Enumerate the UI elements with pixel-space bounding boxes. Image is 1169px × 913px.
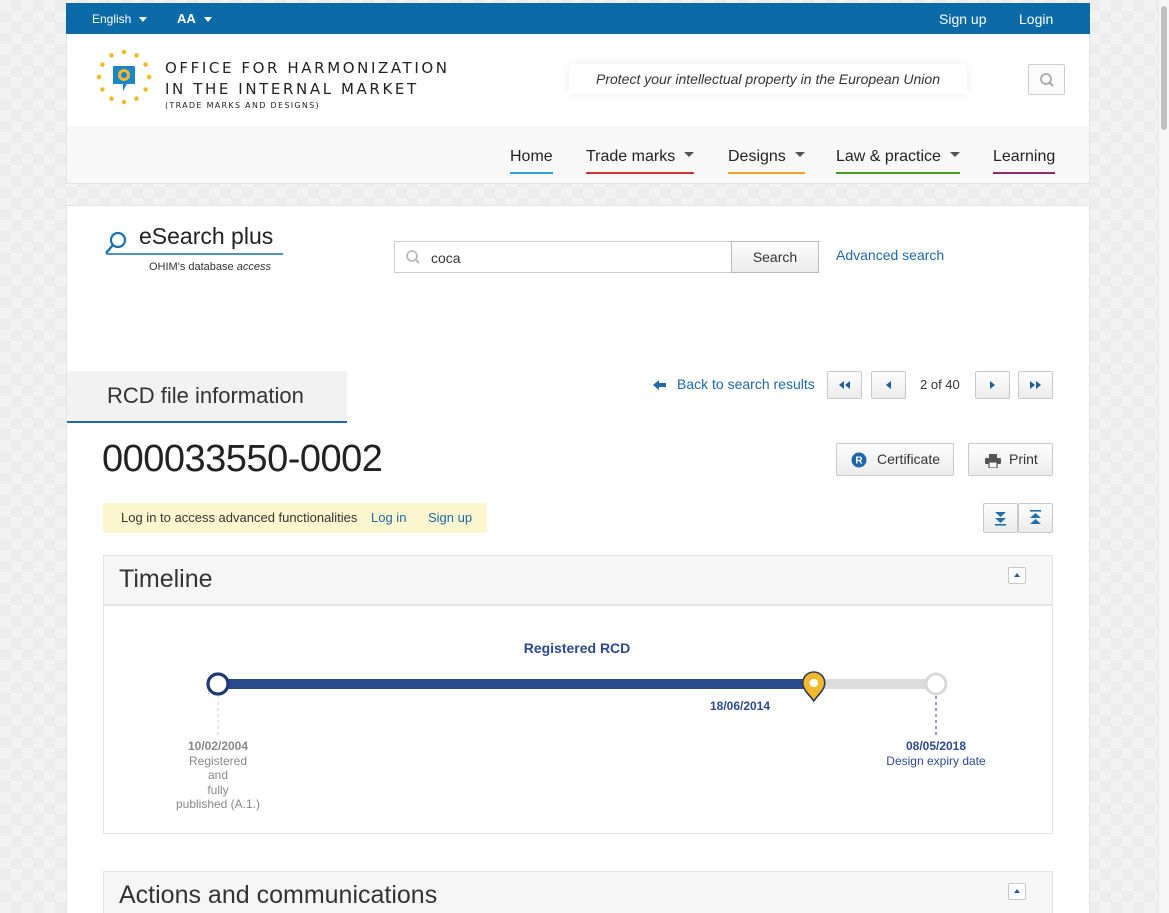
search-icon bbox=[1040, 73, 1054, 87]
registered-icon: R bbox=[851, 452, 867, 468]
certificate-label: Certificate bbox=[877, 451, 941, 467]
nav-home[interactable]: Home bbox=[510, 148, 553, 174]
chevron-down-icon bbox=[203, 17, 212, 23]
language-label: English bbox=[92, 12, 132, 26]
timeline-section: Timeline Registered RCD 18/06/2014 10/02… bbox=[103, 555, 1053, 834]
actions-section: Actions and communications bbox=[103, 871, 1053, 913]
login-notice-text: Log in to access advanced functionalitie… bbox=[121, 510, 358, 525]
collapse-actions-button[interactable] bbox=[1008, 883, 1026, 900]
org-name-line1: OFFICE FOR HARMONIZATION bbox=[165, 59, 450, 77]
collapse-timeline-button[interactable] bbox=[1008, 567, 1026, 584]
print-label: Print bbox=[1009, 451, 1038, 467]
first-page-button[interactable] bbox=[827, 371, 862, 399]
double-chevron-up-icon bbox=[1030, 510, 1041, 524]
advanced-search-link[interactable]: Advanced search bbox=[836, 247, 944, 263]
start-desc-line3: fully bbox=[207, 782, 229, 797]
start-desc-line4: published (A.1.) bbox=[175, 797, 261, 811]
double-chevron-down-icon bbox=[995, 512, 1006, 526]
printer-icon bbox=[985, 454, 1001, 468]
start-desc-line1: Registered bbox=[188, 753, 248, 768]
nav-trade-marks-label: Trade marks bbox=[586, 148, 676, 165]
end-date: 08/05/2018 bbox=[905, 739, 967, 753]
double-chevron-right-icon bbox=[1030, 381, 1035, 389]
current-position-marker-icon bbox=[801, 671, 826, 703]
print-button[interactable]: Print bbox=[968, 443, 1053, 476]
end-milestone: 08/05/2018 Design expiry date bbox=[866, 739, 1006, 768]
language-selector[interactable]: English bbox=[92, 12, 148, 26]
chevron-down-icon bbox=[139, 17, 148, 23]
organization-name: OFFICE FOR HARMONIZATION IN THE INTERNAL… bbox=[165, 58, 450, 110]
back-to-results-link[interactable]: Back to search results bbox=[653, 376, 815, 392]
org-name-line2: IN THE INTERNAL MARKET bbox=[165, 80, 419, 98]
scrollbar-thumb[interactable] bbox=[1161, 6, 1167, 130]
esearch-subtitle-italic: access bbox=[236, 261, 271, 273]
certificate-button[interactable]: R Certificate bbox=[836, 443, 954, 476]
start-milestone: 10/02/2004 Registered and fully publishe… bbox=[158, 739, 278, 812]
top-bar: English AA Sign up Login bbox=[66, 3, 1090, 34]
notice-login-link[interactable]: Log in bbox=[371, 503, 406, 533]
nav-learning-label: Learning bbox=[993, 148, 1056, 165]
esearch-subtitle: OHIM's database access bbox=[149, 261, 271, 273]
search-icon bbox=[406, 250, 420, 264]
esearch-title: eSearch plus bbox=[139, 223, 274, 249]
header-search-button[interactable] bbox=[1028, 64, 1065, 95]
design-number: 000033550-0002 bbox=[102, 438, 383, 480]
double-chevron-right-icon bbox=[1036, 381, 1041, 389]
timeline-title: Timeline bbox=[119, 565, 213, 593]
end-desc: Design expiry date bbox=[886, 753, 986, 768]
chevron-down-icon bbox=[684, 152, 695, 158]
nav-law-practice-label: Law & practice bbox=[836, 148, 941, 165]
chevron-left-icon bbox=[886, 381, 891, 389]
nav-law-practice[interactable]: Law & practice bbox=[836, 148, 960, 174]
last-page-button[interactable] bbox=[1018, 371, 1053, 399]
search-button[interactable]: Search bbox=[731, 241, 819, 273]
timeline-header[interactable]: Timeline bbox=[104, 556, 1052, 606]
actions-title: Actions and communications bbox=[119, 881, 438, 909]
nav-home-label: Home bbox=[510, 148, 553, 165]
text-size-label: AA bbox=[177, 11, 196, 26]
end-node bbox=[924, 672, 948, 696]
nav-designs-label: Designs bbox=[728, 148, 786, 165]
tab-rcd-file-information[interactable]: RCD file information bbox=[67, 371, 347, 423]
site-header: OFFICE FOR HARMONIZATION IN THE INTERNAL… bbox=[66, 34, 1090, 184]
back-link-label: Back to search results bbox=[677, 376, 815, 392]
current-date: 18/06/2014 bbox=[709, 699, 771, 713]
notice-signup-link[interactable]: Sign up bbox=[428, 503, 472, 533]
double-chevron-left-icon bbox=[845, 381, 850, 389]
org-name-line3: (TRADE MARKS AND DESIGNS) bbox=[165, 101, 320, 110]
prev-page-button[interactable] bbox=[871, 371, 906, 399]
arrow-left-icon bbox=[653, 380, 666, 391]
nav-designs[interactable]: Designs bbox=[728, 148, 805, 174]
start-date: 10/02/2004 bbox=[187, 739, 249, 753]
double-chevron-left-icon bbox=[839, 381, 844, 389]
start-node bbox=[206, 672, 230, 696]
text-size-selector[interactable]: AA bbox=[177, 11, 212, 26]
svg-text:R: R bbox=[855, 456, 863, 467]
tagline: Protect your intellectual property in th… bbox=[569, 64, 967, 94]
top-login-link[interactable]: Login bbox=[1019, 11, 1053, 27]
nav-learning[interactable]: Learning bbox=[993, 148, 1056, 174]
collapse-all-button[interactable] bbox=[1018, 503, 1053, 533]
start-desc-line2: and bbox=[207, 768, 229, 782]
top-signup-link[interactable]: Sign up bbox=[939, 11, 986, 27]
nav-trade-marks[interactable]: Trade marks bbox=[586, 148, 695, 174]
search-query: coca bbox=[431, 250, 461, 266]
chevron-right-icon bbox=[990, 381, 995, 389]
pager-position: 2 of 40 bbox=[920, 377, 960, 392]
esearch-subtitle-main: OHIM's database bbox=[149, 261, 234, 273]
expand-all-button[interactable] bbox=[983, 503, 1018, 533]
page-scrollbar[interactable] bbox=[1158, 0, 1169, 913]
search-input[interactable]: coca bbox=[394, 241, 732, 273]
chevron-down-icon bbox=[949, 152, 960, 158]
chevron-down-icon bbox=[794, 152, 805, 158]
login-notice: Log in to access advanced functionalitie… bbox=[103, 503, 487, 533]
next-page-button[interactable] bbox=[975, 371, 1010, 399]
ohim-logo-icon[interactable] bbox=[93, 46, 155, 108]
actions-header[interactable]: Actions and communications bbox=[104, 872, 1052, 913]
main-panel: eSearch plus OHIM's database access coca… bbox=[66, 205, 1090, 913]
